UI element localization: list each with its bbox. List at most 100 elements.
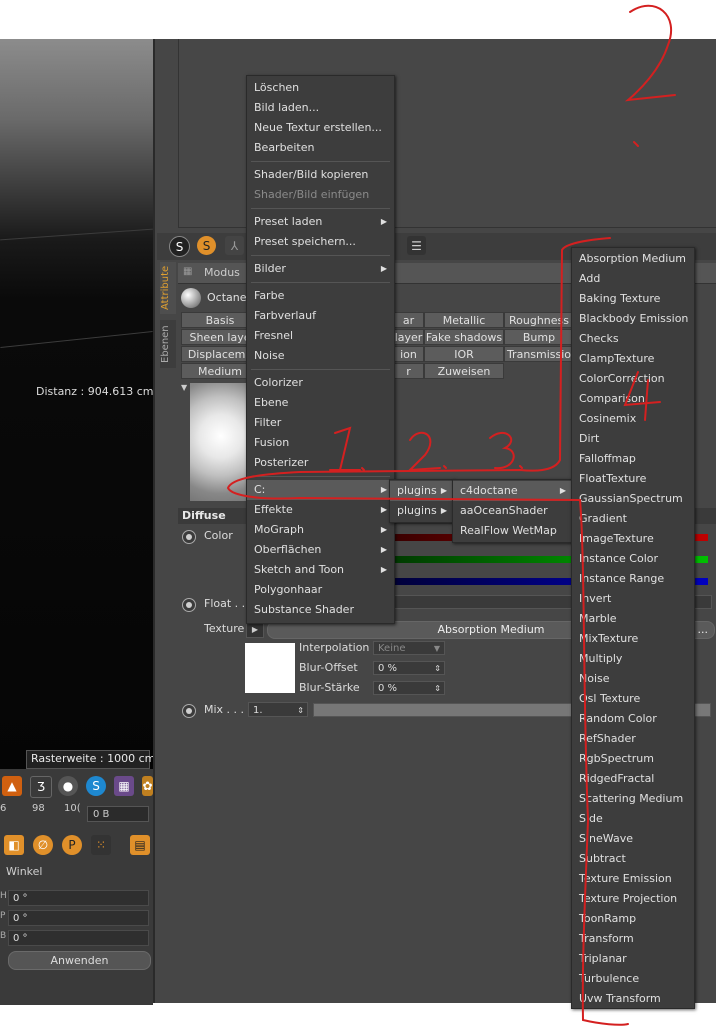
octane-s-dark-icon[interactable]: S [169, 236, 190, 257]
hierarchy-icon[interactable]: ☰ [407, 236, 426, 255]
context-menu-item-bild-laden[interactable]: Bild laden... [247, 98, 394, 118]
context-menu-item-farbe[interactable]: Farbe [247, 286, 394, 306]
context-menu-item-colorizer[interactable]: Colorizer [247, 373, 394, 393]
octane-menu-item-gaussianspectrum[interactable]: GaussianSpectrum [572, 489, 694, 509]
octane-menu-item-baking-texture[interactable]: Baking Texture [572, 289, 694, 309]
octane-menu-item-osl-texture[interactable]: Osl Texture [572, 689, 694, 709]
tab-layer[interactable]: layer [393, 329, 424, 345]
film-strip-icon[interactable]: ▤ [130, 835, 150, 855]
context-menu-item-c[interactable]: C: ▶ [247, 480, 394, 500]
tab-assign[interactable]: Zuweisen [424, 363, 504, 379]
flower-icon[interactable]: ✿ [142, 776, 153, 796]
context-menu-item-preset-speichern[interactable]: Preset speichern... [247, 232, 394, 252]
current-frame-field[interactable]: 0 B [87, 806, 149, 822]
octane-s-icon[interactable]: S [86, 776, 106, 796]
figure-icon[interactable]: ⅄ [225, 236, 244, 255]
octane-menu-item-marble[interactable]: Marble [572, 609, 694, 629]
context-menu-item-sketch-and-toon[interactable]: Sketch and Toon ▶ [247, 560, 394, 580]
color-animation-dot[interactable] [182, 530, 196, 544]
context-menu-item-effekte[interactable]: Effekte ▶ [247, 500, 394, 520]
octane-menu-item-imagetexture[interactable]: ImageTexture [572, 529, 694, 549]
octane-menu-item-comparison[interactable]: Comparison [572, 389, 694, 409]
context-menu-item-preset-laden[interactable]: Preset laden ▶ [247, 212, 394, 232]
octane-menu-item-ridgedfractal[interactable]: RidgedFractal [572, 769, 694, 789]
blur-offset-field[interactable]: 0 % ⇕ [373, 661, 445, 675]
scale-tool-icon[interactable]: ◧ [4, 835, 24, 855]
octane-menu-item-triplanar[interactable]: Triplanar [572, 949, 694, 969]
octane-menu-item-add[interactable]: Add [572, 269, 694, 289]
apply-button[interactable]: Anwenden [8, 951, 151, 970]
context-menu-item-posterizer[interactable]: Posterizer [247, 453, 394, 473]
rotation-h-field[interactable]: 0 ° [8, 890, 149, 906]
blur-strength-field[interactable]: 0 % ⇕ [373, 681, 445, 695]
octane-menu-item-invert[interactable]: Invert [572, 589, 694, 609]
context-menu-item-noise[interactable]: Noise [247, 346, 394, 366]
tab-metallic[interactable]: Metallic [424, 312, 504, 328]
octane-menu-item-floattexture[interactable]: FloatTexture [572, 469, 694, 489]
octane-menu-item-refshader[interactable]: RefShader [572, 729, 694, 749]
tab-layers[interactable]: Ebenen [160, 320, 176, 368]
grid-array-icon[interactable]: ▦ [114, 776, 134, 796]
octane-menu-item-texture-emission[interactable]: Texture Emission [572, 869, 694, 889]
octane-menu-item-mixtexture[interactable]: MixTexture [572, 629, 694, 649]
parameter-icon[interactable]: P [62, 835, 82, 855]
stepper-icon[interactable]: ⇕ [434, 682, 441, 696]
octane-menu-item-random-color[interactable]: Random Color [572, 709, 694, 729]
octane-menu-item-texture-projection[interactable]: Texture Projection [572, 889, 694, 909]
context-menu-item-shader-bild-kopieren[interactable]: Shader/Bild kopieren [247, 165, 394, 185]
octane-menu-item-transform[interactable]: Transform [572, 929, 694, 949]
sphere-object-icon[interactable]: ● [58, 776, 78, 796]
rotate-tool-icon[interactable]: ∅ [33, 835, 53, 855]
menu-item-plugins-2[interactable]: plugins ▶ [390, 501, 454, 521]
menu-item-c4doctane[interactable]: c4doctane ▶ [453, 481, 573, 501]
octane-menu-item-turbulence[interactable]: Turbulence [572, 969, 694, 989]
context-menu-item-neue-textur-erstellen[interactable]: Neue Textur erstellen... [247, 118, 394, 138]
context-menu-item-oberflächen[interactable]: Oberflächen ▶ [247, 540, 394, 560]
octane-menu-item-colorcorrection[interactable]: ColorCorrection [572, 369, 694, 389]
interpolation-select[interactable]: Keine ▼ [373, 641, 445, 655]
rotation-b-field[interactable]: 0 ° [8, 930, 149, 946]
tab-fake-shadows[interactable]: Fake shadows [424, 329, 504, 345]
context-menu-item-ebene[interactable]: Ebene [247, 393, 394, 413]
context-menu-item-fusion[interactable]: Fusion [247, 433, 394, 453]
dots-grid-icon[interactable]: ⁙ [91, 835, 111, 855]
octane-menu-item-toonramp[interactable]: ToonRamp [572, 909, 694, 929]
octane-menu-item-dirt[interactable]: Dirt [572, 429, 694, 449]
float-animation-dot[interactable] [182, 598, 196, 612]
menu-item-realflow-wetmap[interactable]: RealFlow WetMap [453, 521, 573, 541]
octane-menu-item-subtract[interactable]: Subtract [572, 849, 694, 869]
context-menu-item-bilder[interactable]: Bilder ▶ [247, 259, 394, 279]
rotation-p-field[interactable]: 0 ° [8, 910, 149, 926]
context-menu-item-polygonhaar[interactable]: Polygonhaar [247, 580, 394, 600]
octane-menu-item-multiply[interactable]: Multiply [572, 649, 694, 669]
3d-viewport[interactable] [0, 39, 153, 769]
octane-menu-item-noise[interactable]: Noise [572, 669, 694, 689]
context-menu-item-löschen[interactable]: Löschen [247, 78, 394, 98]
tab-transmission[interactable]: Transmissio [504, 346, 574, 362]
menu-item-aaoceanshader[interactable]: aaOceanShader [453, 501, 573, 521]
tab-ar[interactable]: ar [393, 312, 424, 328]
context-menu-item-substance-shader[interactable]: Substance Shader [247, 600, 394, 620]
collapse-triangle-icon[interactable]: ▼ [181, 383, 187, 392]
octane-menu-item-cosinemix[interactable]: Cosinemix [572, 409, 694, 429]
octane-menu-item-falloffmap[interactable]: Falloffmap [572, 449, 694, 469]
texture-menu-arrow-icon[interactable]: ▶ [246, 622, 264, 638]
octane-menu-item-absorption-medium[interactable]: Absorption Medium [572, 249, 694, 269]
context-menu-item-fresnel[interactable]: Fresnel [247, 326, 394, 346]
mix-animation-dot[interactable] [182, 704, 196, 718]
context-menu-item-farbverlauf[interactable]: Farbverlauf [247, 306, 394, 326]
octane-s-orange-icon[interactable]: S [197, 236, 216, 255]
context-menu-item-filter[interactable]: Filter [247, 413, 394, 433]
octane-menu-item-uvw-transform[interactable]: Uvw Transform [572, 989, 694, 1009]
octane-menu-item-checks[interactable]: Checks [572, 329, 694, 349]
context-menu-item-mograph[interactable]: MoGraph ▶ [247, 520, 394, 540]
bend-deformer-icon[interactable]: Ʒ [30, 776, 52, 798]
octane-menu-item-gradient[interactable]: Gradient [572, 509, 694, 529]
octane-menu-item-side[interactable]: Side [572, 809, 694, 829]
octane-menu-item-instance-range[interactable]: Instance Range [572, 569, 694, 589]
tab-attribute[interactable]: Attribute [160, 262, 176, 314]
octane-menu-item-rgbspectrum[interactable]: RgbSpectrum [572, 749, 694, 769]
tab-ior[interactable]: IOR [424, 346, 504, 362]
tab-r[interactable]: r [393, 363, 424, 379]
tab-ion[interactable]: ion [393, 346, 424, 362]
